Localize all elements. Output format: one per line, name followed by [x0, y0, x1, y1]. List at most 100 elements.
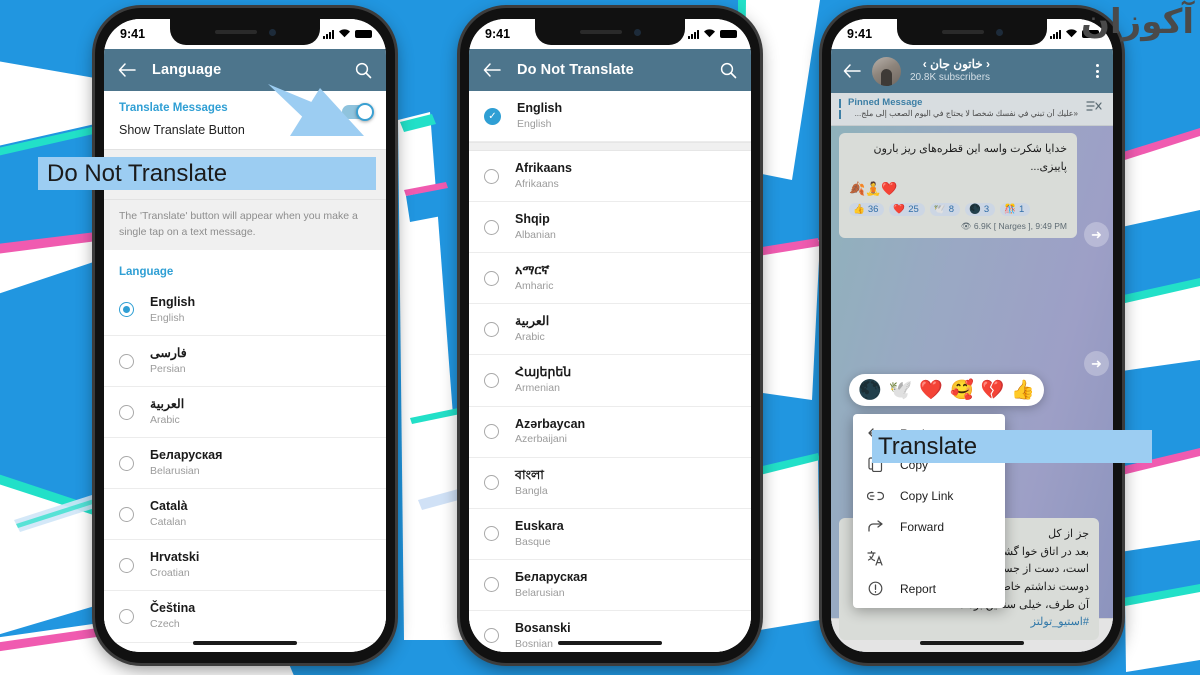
language-text: English English: [517, 100, 562, 132]
radio-icon[interactable]: [119, 608, 134, 624]
language-list-item[interactable]: Беларуская Belarusian: [469, 560, 751, 611]
reaction-list[interactable]: 👍 36 ❤️ 25 🕊️ 8 🌑 3 🎊 1: [849, 203, 1067, 217]
forward-icon[interactable]: ➜: [1084, 222, 1109, 248]
language-native: Shqip: [515, 212, 550, 227]
language-native: Català: [150, 499, 188, 514]
callout-translate-text: Translate: [878, 432, 978, 460]
language-list-item[interactable]: العربية Arabic: [104, 387, 386, 439]
battery-icon: [720, 30, 737, 38]
reaction-picker-emoji[interactable]: ❤️: [919, 378, 943, 402]
reaction-chip[interactable]: 🌑 3: [964, 203, 996, 217]
radio-icon[interactable]: [119, 455, 134, 471]
context-menu-item-translate[interactable]: Translate: [853, 542, 1005, 573]
context-menu-item-label: Report: [900, 581, 937, 596]
pinned-message-bar[interactable]: Pinned Message «علیك أن تبني في نفسك شخص…: [831, 93, 1113, 127]
language-list-item[interactable]: Bosanski Bosnian: [469, 611, 751, 652]
radio-icon[interactable]: [119, 557, 134, 573]
report-icon: [867, 580, 884, 597]
context-menu-item-forward[interactable]: Forward: [853, 511, 1005, 542]
language-list-item[interactable]: English English: [104, 285, 386, 336]
language-english: Arabic: [150, 413, 180, 426]
reaction-picker-emoji[interactable]: 💔: [981, 378, 1005, 402]
radio-icon[interactable]: [119, 404, 134, 420]
language-list-item[interactable]: Euskara Basque: [469, 509, 751, 560]
back-arrow-icon[interactable]: [116, 59, 138, 81]
reaction-chip[interactable]: ❤️ 25: [889, 203, 925, 217]
radio-icon[interactable]: [484, 168, 499, 184]
language-english: Amharic: [515, 280, 554, 293]
avatar[interactable]: [872, 56, 901, 86]
phone3-screen: 9:41 ‹ خاتون جان › 20.8K subscribers Pin…: [831, 19, 1113, 652]
forward-icon-second[interactable]: ➜: [1084, 351, 1109, 377]
radio-icon[interactable]: [484, 475, 499, 491]
back-arrow-icon[interactable]: [841, 60, 863, 82]
reaction-chip[interactable]: 🎊 1: [1000, 203, 1031, 217]
language-list-item[interactable]: Shqip Albanian: [469, 202, 751, 254]
language-list[interactable]: English English فارسی Persian العربية Arabic Б…: [104, 284, 386, 643]
language-english: Albanian: [515, 229, 556, 242]
signal-icon: [1050, 29, 1061, 39]
language-native: Bosanski: [515, 620, 571, 635]
language-text: English English: [150, 294, 195, 326]
language-english: Afrikaans: [515, 177, 559, 190]
check-icon: ✓: [484, 107, 501, 125]
radio-icon[interactable]: [484, 424, 499, 440]
context-menu-item-report[interactable]: Report: [853, 573, 1005, 604]
radio-icon[interactable]: [119, 353, 134, 369]
radio-icon[interactable]: [484, 270, 499, 286]
radio-selected-icon[interactable]: [119, 302, 134, 318]
pinned-label: Pinned Message: [848, 97, 923, 108]
language-list-item[interactable]: Հայերեն Armenian: [469, 355, 751, 407]
status-time: 9:41: [485, 27, 511, 41]
reaction-chip[interactable]: 👍 36: [849, 203, 885, 217]
front-camera: [633, 28, 641, 36]
radio-icon[interactable]: [484, 321, 499, 337]
wifi-icon: [1065, 25, 1078, 43]
language-list-item[interactable]: Hrvatski Croatian: [104, 540, 386, 592]
language-list-item[interactable]: Čeština Czech: [104, 591, 386, 643]
reaction-picker-emoji[interactable]: 🌑: [858, 378, 882, 402]
language-list-item[interactable]: فارسی Persian: [104, 336, 386, 388]
subscriber-count: 20.8K subscribers: [910, 72, 991, 84]
reaction-picker-emoji[interactable]: 🥰: [950, 378, 974, 402]
reaction-picker-emoji[interactable]: 👍: [1011, 378, 1035, 402]
radio-icon[interactable]: [484, 219, 499, 235]
language-list-item[interactable]: Azərbaycan Azerbaijani: [469, 407, 751, 458]
callout-do-not-translate: Do Not Translate: [38, 157, 376, 190]
radio-icon[interactable]: [484, 577, 499, 593]
language-list-item[interactable]: Català Catalan: [104, 489, 386, 541]
language-native: العربية: [515, 314, 550, 329]
do-not-translate-language-list[interactable]: Afrikaans Afrikaans Shqip Albanian አማርኛ Amhar…: [469, 151, 751, 652]
chat-bubble-first[interactable]: خدایا شکرت واسه این قطره‌های ریز بارون پ…: [839, 133, 1077, 239]
watermark-logo: آکوزان: [1081, 2, 1195, 42]
notch: [535, 19, 685, 45]
context-menu-item-copy-link[interactable]: Copy Link: [853, 480, 1005, 511]
do-not-translate-scroll-area[interactable]: ✓ English English Afrikaans Afrikaans Shqi…: [469, 91, 751, 652]
radio-icon[interactable]: [484, 526, 499, 542]
chat-message-area[interactable]: خدایا شکرت واسه این قطره‌های ریز بارون پ…: [831, 126, 1113, 652]
chat-title-block[interactable]: ‹ خاتون جان › 20.8K subscribers: [910, 57, 991, 85]
home-indicator: [193, 641, 297, 645]
reaction-chip[interactable]: 🕊️ 8: [929, 203, 960, 217]
selected-language-row[interactable]: ✓ English English: [469, 91, 751, 143]
radio-icon[interactable]: [484, 628, 499, 644]
search-icon[interactable]: [352, 59, 374, 81]
language-native: English: [150, 294, 196, 309]
language-list-item[interactable]: Беларуская Belarusian: [104, 438, 386, 490]
radio-icon[interactable]: [119, 506, 134, 522]
language-list-item[interactable]: አማርኛ Amharic: [469, 253, 751, 305]
reaction-picker-emoji[interactable]: 🕊️: [889, 378, 913, 402]
back-arrow-icon[interactable]: [481, 59, 503, 81]
language-list-item[interactable]: العربية Arabic: [469, 304, 751, 356]
status-icons: [323, 25, 372, 43]
phone2-screen: 9:41 Do Not Translate ✓ English English …: [469, 19, 751, 652]
unpin-icon[interactable]: [1085, 99, 1103, 118]
language-list-item[interactable]: Afrikaans Afrikaans: [469, 151, 751, 203]
radio-icon[interactable]: [484, 373, 499, 389]
language-list-item[interactable]: বাংলা Bangla: [469, 458, 751, 509]
language-text: Беларуская Belarusian: [150, 447, 222, 479]
more-vertical-icon[interactable]: [1096, 64, 1103, 78]
reaction-count: 36: [867, 204, 879, 216]
reaction-picker-bar[interactable]: 🌑 🕊️ ❤️ 🥰 💔 👍: [849, 374, 1045, 407]
search-icon[interactable]: [717, 59, 739, 81]
